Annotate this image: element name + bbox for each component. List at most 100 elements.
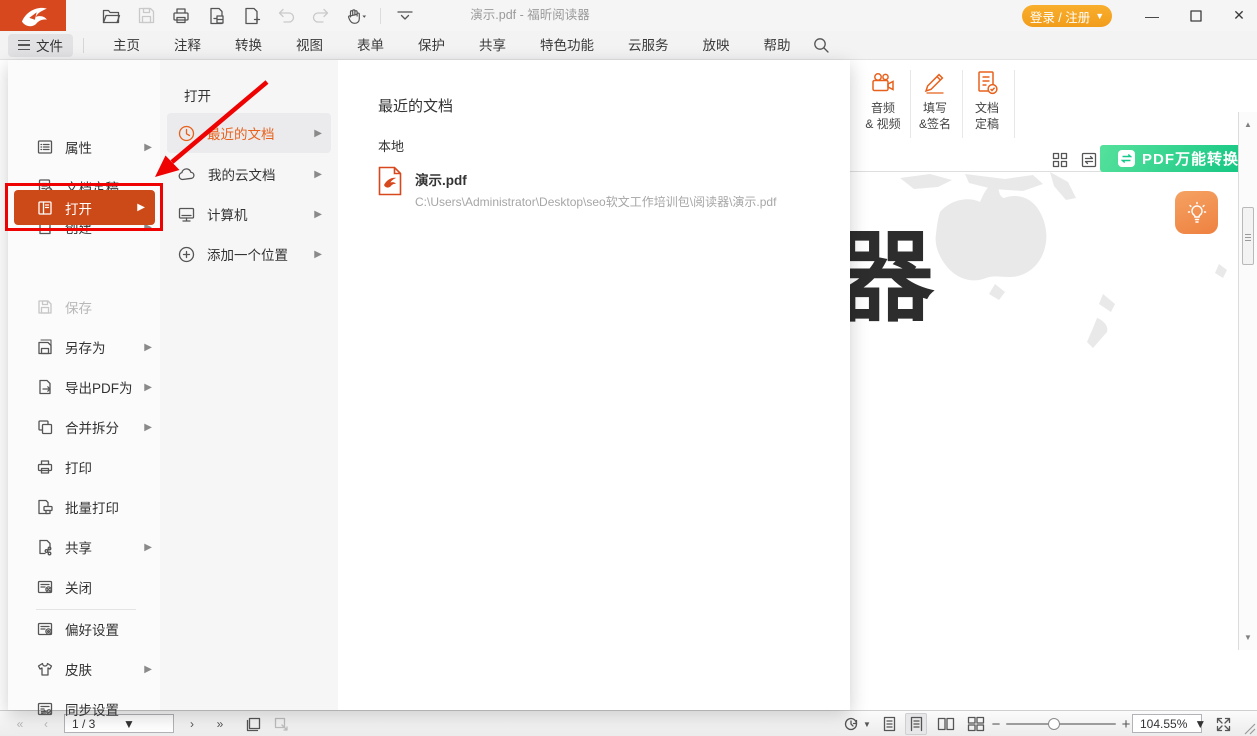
file-menu-item-save-as[interactable]: 另存为 ▶ bbox=[8, 327, 160, 367]
statusbar: « ‹ 1 / 3 ▼ › » ▼ − + bbox=[0, 710, 1257, 736]
properties-icon bbox=[36, 138, 54, 156]
merge-split-icon bbox=[36, 418, 54, 436]
home-ribbon: 音频 & 视频 填写 &签名 bbox=[845, 60, 1257, 148]
audio-video-button[interactable]: 音频 & 视频 bbox=[858, 66, 908, 144]
file-menu-item-preferences[interactable]: 偏好设置 bbox=[8, 609, 160, 649]
tab-present[interactable]: 放映 bbox=[686, 31, 747, 60]
print-icon[interactable] bbox=[170, 5, 192, 27]
save-as-icon bbox=[36, 338, 54, 356]
zoom-out-button[interactable]: − bbox=[988, 711, 1004, 736]
select-text-icon[interactable] bbox=[270, 713, 292, 735]
tab-features[interactable]: 特色功能 bbox=[523, 31, 611, 60]
reflow-view-icon[interactable] bbox=[1079, 150, 1099, 170]
tab-comment[interactable]: 注释 bbox=[157, 31, 218, 60]
tab-view[interactable]: 视图 bbox=[279, 31, 340, 60]
scroll-up-icon[interactable]: ▲ bbox=[1239, 120, 1257, 129]
new-document-icon[interactable] bbox=[240, 5, 262, 27]
tab-convert[interactable]: 转换 bbox=[218, 31, 279, 60]
file-menu-item-open[interactable]: 打开 ▶ bbox=[14, 190, 155, 225]
file-menu-item-export-pdf[interactable]: 导出PDF为 ▶ bbox=[8, 367, 160, 407]
tips-bulb-button[interactable] bbox=[1175, 191, 1218, 234]
page-thumbnails-icon[interactable] bbox=[1050, 150, 1070, 170]
login-register-button[interactable]: 登录 / 注册 ▼ bbox=[1022, 5, 1112, 27]
undo-icon[interactable] bbox=[275, 5, 297, 27]
menubar: 文件 主页 注释 转换 视图 表单 保护 共享 特色功能 云服务 放映 帮助 bbox=[0, 31, 1257, 60]
redo-icon[interactable] bbox=[310, 5, 332, 27]
submenu-arrow-icon: ▶ bbox=[144, 664, 152, 675]
save-icon bbox=[36, 298, 54, 316]
file-menu-item-skin[interactable]: 皮肤 ▶ bbox=[8, 649, 160, 689]
open-file-icon[interactable] bbox=[100, 5, 122, 27]
next-page-button[interactable]: › bbox=[182, 711, 202, 736]
single-page-view-icon[interactable] bbox=[878, 713, 900, 735]
tab-cloud[interactable]: 云服务 bbox=[611, 31, 686, 60]
facing-view-icon[interactable] bbox=[935, 713, 957, 735]
location-cloud-documents[interactable]: 我的云文档 ▶ bbox=[167, 154, 331, 194]
finalize-document-button[interactable]: 文档 定稿 bbox=[962, 66, 1012, 144]
submenu-arrow-icon: ▶ bbox=[137, 202, 145, 213]
zoom-level-input[interactable]: 104.55% ▼ bbox=[1132, 714, 1202, 733]
clock-icon bbox=[177, 124, 196, 143]
location-computer[interactable]: 计算机 ▶ bbox=[167, 194, 331, 234]
file-menu-item-sync-settings[interactable]: 同步设置 bbox=[8, 689, 160, 729]
fill-sign-button[interactable]: 填写 &签名 bbox=[910, 66, 960, 144]
cloud-icon bbox=[177, 166, 197, 182]
file-menu-item-save[interactable]: 保存 bbox=[8, 287, 160, 327]
titlebar: 演示.pdf - 福昕阅读器 登录 / 注册 ▼ — ✕ bbox=[0, 0, 1257, 31]
preferences-icon bbox=[36, 620, 54, 638]
continuous-facing-view-icon[interactable] bbox=[965, 713, 987, 735]
file-menu-item-merge-split[interactable]: 合并拆分 ▶ bbox=[8, 407, 160, 447]
snapshot-icon[interactable] bbox=[242, 713, 264, 735]
minimize-button[interactable]: — bbox=[1135, 0, 1169, 31]
submenu-arrow-icon: ▶ bbox=[314, 128, 322, 139]
file-menu-item-close[interactable]: 关闭 bbox=[8, 567, 160, 607]
file-menu-item-share[interactable]: 共享 ▶ bbox=[8, 527, 160, 567]
location-recent-documents[interactable]: 最近的文档 ▶ bbox=[167, 113, 331, 153]
file-menu-item-print[interactable]: 打印 bbox=[8, 447, 160, 487]
scroll-down-icon[interactable]: ▼ bbox=[1239, 633, 1257, 642]
file-menu-button[interactable]: 文件 bbox=[8, 34, 73, 57]
open-icon bbox=[36, 199, 54, 217]
file-menu-item-properties[interactable]: 属性 ▶ bbox=[8, 127, 160, 167]
tab-protect[interactable]: 保护 bbox=[401, 31, 462, 60]
tab-share[interactable]: 共享 bbox=[462, 31, 523, 60]
video-camera-icon bbox=[869, 66, 897, 100]
fullscreen-icon[interactable] bbox=[1212, 713, 1234, 735]
hand-tool-icon[interactable] bbox=[345, 5, 367, 27]
vertical-scrollbar[interactable]: ▲ ▼ bbox=[1238, 112, 1257, 650]
tab-home[interactable]: 主页 bbox=[96, 31, 157, 60]
convert-document-icon[interactable] bbox=[205, 5, 227, 27]
submenu-arrow-icon: ▶ bbox=[144, 382, 152, 393]
pdf-page-view[interactable]: 器 bbox=[845, 172, 1238, 710]
submenu-arrow-icon: ▶ bbox=[144, 142, 152, 153]
search-icon[interactable] bbox=[812, 36, 830, 54]
print-icon bbox=[36, 458, 54, 476]
resize-grip[interactable] bbox=[1240, 719, 1256, 735]
document-check-icon bbox=[974, 66, 1000, 100]
rotate-caret-icon[interactable]: ▼ bbox=[860, 711, 874, 736]
document-tab-bar: PDF万能转换 bbox=[845, 148, 1257, 172]
save-icon[interactable] bbox=[135, 5, 157, 27]
last-page-button[interactable]: » bbox=[208, 711, 232, 736]
tab-form[interactable]: 表单 bbox=[340, 31, 401, 60]
maximize-button[interactable] bbox=[1179, 0, 1213, 31]
tab-help[interactable]: 帮助 bbox=[747, 31, 808, 60]
zoom-dropdown-caret-icon[interactable]: ▼ bbox=[1187, 717, 1212, 731]
recent-file-item[interactable]: 演示.pdf C:\Users\Administrator\Desktop\se… bbox=[378, 166, 818, 210]
app-logo[interactable] bbox=[0, 0, 66, 31]
pencil-icon bbox=[922, 66, 948, 100]
login-caret-icon: ▼ bbox=[1095, 12, 1104, 21]
zoom-slider-thumb[interactable] bbox=[1048, 718, 1060, 730]
rotate-view-icon[interactable] bbox=[840, 713, 862, 735]
location-add-a-place[interactable]: 添加一个位置 ▶ bbox=[167, 234, 331, 274]
open-locations-panel: 打开 最近的文档 ▶ 我的云文档 ▶ 计算机 ▶ 添加一个位置 ▶ bbox=[160, 60, 338, 710]
zoom-slider-track[interactable] bbox=[1006, 723, 1116, 725]
batch-print-icon bbox=[36, 498, 54, 516]
scrollbar-thumb[interactable] bbox=[1242, 207, 1254, 265]
maximize-icon bbox=[1190, 10, 1202, 22]
close-button[interactable]: ✕ bbox=[1222, 0, 1256, 31]
continuous-view-icon[interactable] bbox=[905, 713, 927, 735]
pdf-converter-button[interactable]: PDF万能转换 bbox=[1100, 145, 1257, 172]
share-icon bbox=[36, 538, 54, 556]
file-menu-item-batch-print[interactable]: 批量打印 bbox=[8, 487, 160, 527]
